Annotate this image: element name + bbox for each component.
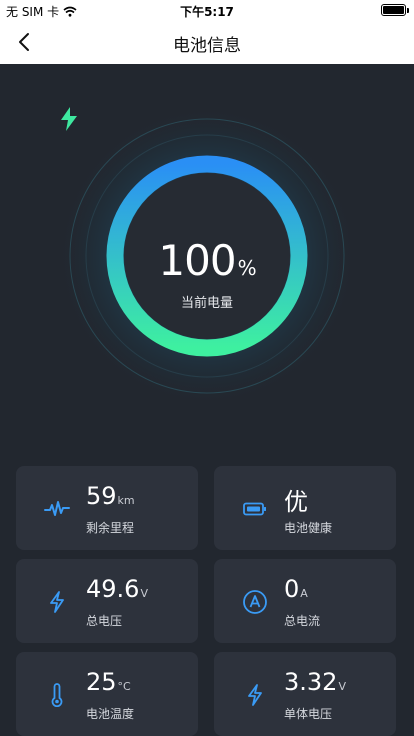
card-remaining-range: 59km 剩余里程 (16, 466, 198, 550)
thermometer-icon (44, 682, 70, 708)
card-value: 0A (284, 575, 308, 603)
card-number: 0 (284, 575, 300, 603)
card-number: 59 (86, 482, 117, 510)
card-value: 25°C (86, 668, 131, 696)
status-bar: 无 SIM 卡 下午5:17 (0, 0, 414, 20)
card-total-voltage: 49.6V 总电压 (16, 559, 198, 643)
card-label: 总电压 (86, 614, 123, 628)
card-value: 优 (284, 482, 309, 517)
page-title: 电池信息 (173, 36, 241, 56)
card-value: 59km (86, 482, 135, 510)
charge-label: 当前电量 (180, 296, 233, 311)
card-label: 总电流 (284, 614, 321, 628)
battery-icon (242, 496, 268, 522)
card-unit: km (117, 494, 135, 507)
card-total-current: 0A 总电流 (214, 559, 396, 643)
lightning-icon (242, 682, 268, 708)
card-battery-temperature: 25°C 电池温度 (16, 652, 198, 736)
card-battery-health: 优 电池健康 (214, 466, 396, 550)
card-unit: °C (117, 680, 131, 693)
card-unit: V (338, 680, 346, 693)
card-unit: A (300, 587, 308, 600)
lightning-icon (44, 589, 70, 615)
card-label: 剩余里程 (86, 521, 135, 535)
nav-bar: 电池信息 (0, 20, 414, 64)
card-value: 49.6V (86, 575, 148, 603)
battery-gauge: 100% 当前电量 (57, 106, 357, 406)
card-value: 3.32V (284, 668, 346, 696)
charge-percent: 100% (57, 236, 357, 285)
card-number: 25 (86, 668, 117, 696)
charging-bolt-icon (61, 107, 77, 131)
battery-status-icon (381, 4, 409, 16)
card-unit: V (140, 587, 148, 600)
clock: 下午5:17 (180, 5, 234, 19)
card-label: 电池健康 (284, 521, 333, 535)
card-label: 单体电压 (284, 707, 333, 721)
pulse-icon (44, 496, 70, 522)
card-number: 49.6 (86, 575, 140, 603)
card-number: 优 (284, 488, 308, 516)
ampere-icon (242, 589, 268, 615)
charge-value: 100 (158, 236, 236, 285)
header: 无 SIM 卡 下午5:17 电池信息 (0, 0, 414, 64)
card-label: 电池温度 (86, 707, 135, 721)
charge-unit: % (237, 256, 257, 280)
card-number: 3.32 (284, 668, 338, 696)
card-cell-voltage: 3.32V 单体电压 (214, 652, 396, 736)
